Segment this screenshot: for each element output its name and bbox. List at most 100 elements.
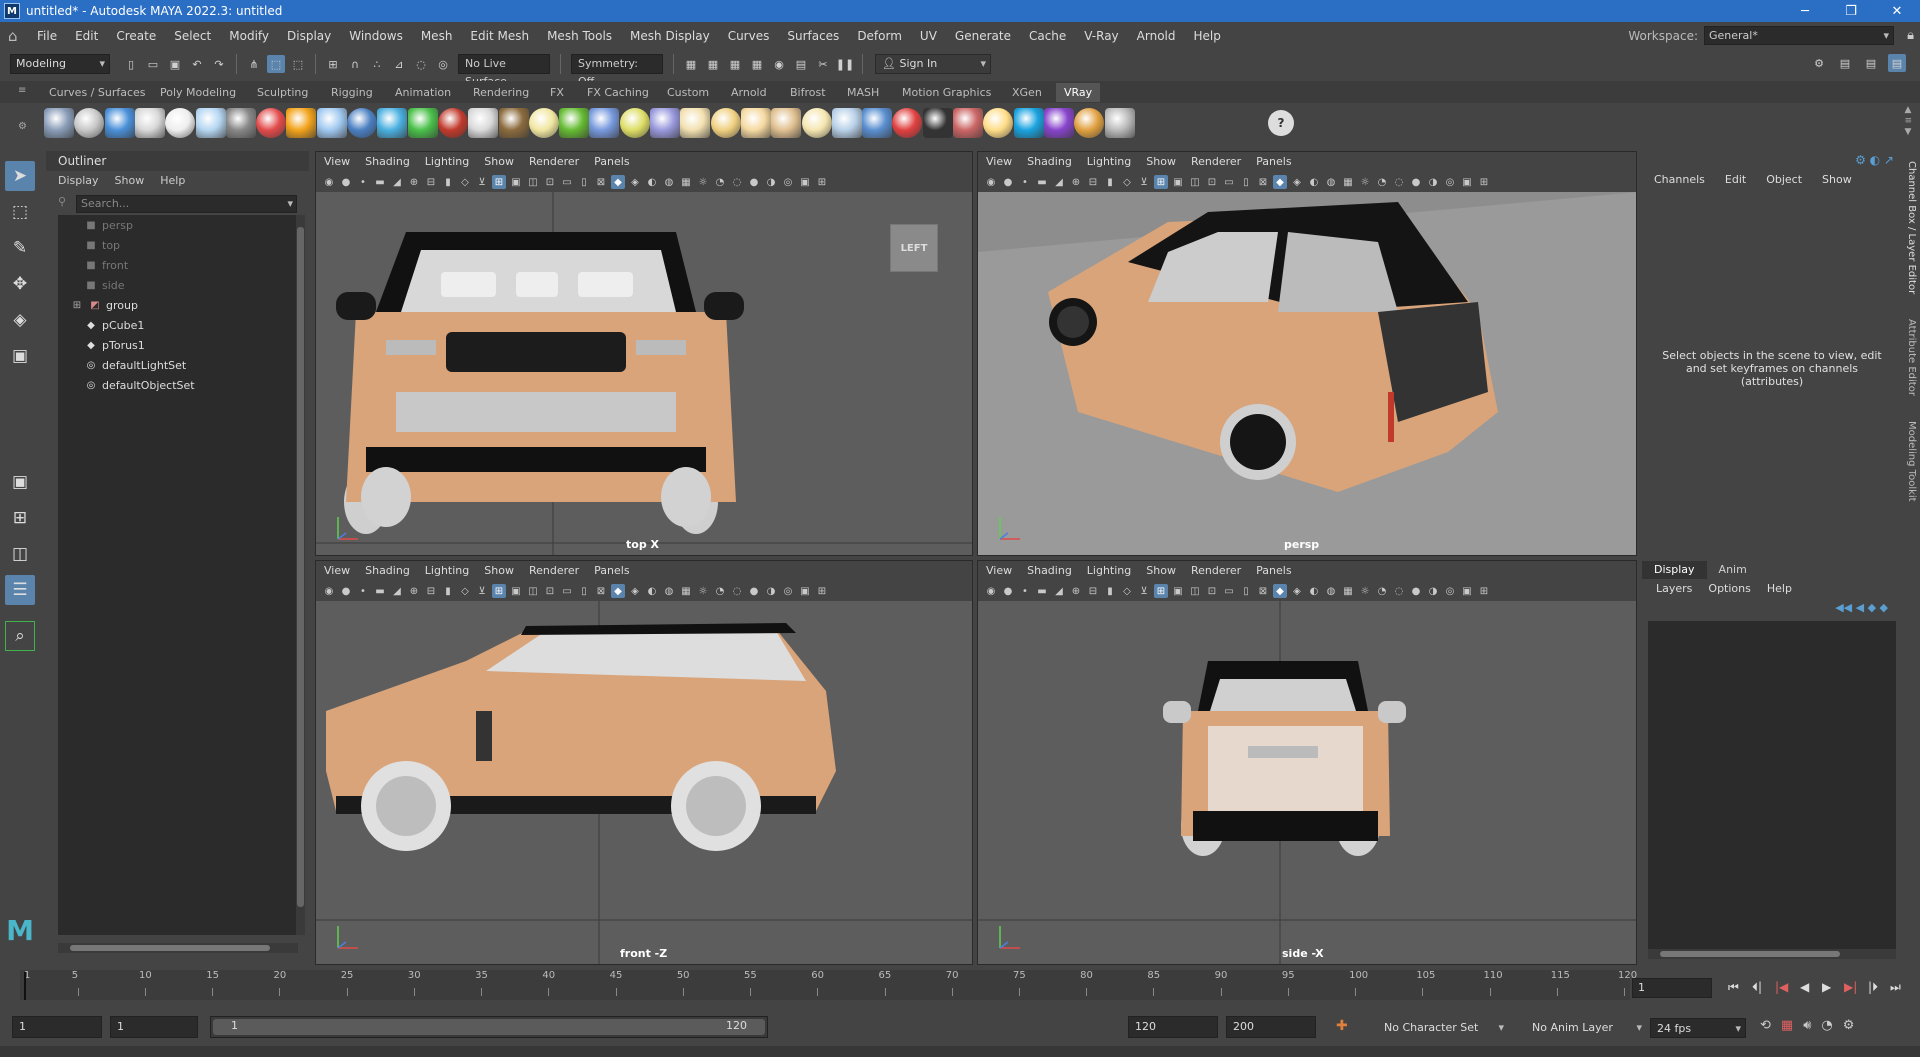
- outliner-layout-icon[interactable]: ☰: [5, 575, 35, 605]
- outliner-filter-icon[interactable]: ⚲: [58, 195, 66, 208]
- viewport-panel-tool-icon[interactable]: •: [356, 584, 370, 598]
- viewport-panel-tool-icon[interactable]: ◌: [730, 584, 744, 598]
- viewport-panel-tool-icon[interactable]: ◢: [390, 584, 404, 598]
- outliner-item-defaultlightset[interactable]: ◎ defaultLightSet: [58, 355, 298, 375]
- shelf-tab-rendering[interactable]: Rendering: [473, 84, 529, 101]
- viewport-panel-tool-icon[interactable]: ◔: [713, 584, 727, 598]
- menu-arnold[interactable]: Arnold: [1128, 22, 1185, 50]
- vray-shelf-tool-icon[interactable]: [498, 108, 529, 138]
- viewport-menu-show[interactable]: Show: [1146, 152, 1176, 172]
- vray-shelf-tool-icon[interactable]: [740, 108, 771, 138]
- vray-shelf-tool-icon[interactable]: [256, 108, 287, 138]
- viewport-panel-tool-icon[interactable]: ◎: [1443, 175, 1457, 189]
- viewport-panel-tool-icon[interactable]: ◍: [1324, 175, 1338, 189]
- viewport-panel-tool-icon[interactable]: ▣: [509, 175, 523, 189]
- channel-menu-object[interactable]: Object: [1766, 163, 1802, 197]
- paint-select-tool-icon[interactable]: ✎: [5, 233, 35, 263]
- viewport-menu-panels[interactable]: Panels: [1256, 561, 1291, 581]
- outliner-item-defaultobjectset[interactable]: ◎ defaultObjectSet: [58, 375, 298, 395]
- viewport-panel-tool-icon[interactable]: ◐: [645, 584, 659, 598]
- outliner-item-top[interactable]: ■ top: [58, 235, 298, 255]
- viewport-panel-tool-icon[interactable]: ⊠: [594, 175, 608, 189]
- vray-shelf-tool-icon[interactable]: [316, 108, 347, 138]
- vray-shelf-tool-icon[interactable]: [104, 108, 135, 138]
- new-scene-icon[interactable]: ▯: [122, 55, 140, 73]
- viewport-panel-tool-icon[interactable]: ◇: [458, 584, 472, 598]
- viewport-panel-tool-icon[interactable]: ⊞: [815, 584, 829, 598]
- viewport-panel[interactable]: View Shading Lighting Show Renderer Panels ◉ ● •…: [977, 151, 1637, 556]
- auto-keyframe-icon[interactable]: ✚: [1336, 1018, 1348, 1034]
- vray-shelf-tool-icon[interactable]: [1013, 108, 1044, 138]
- vray-shelf-tool-icon[interactable]: [771, 108, 802, 138]
- menu-select[interactable]: Select: [165, 22, 220, 50]
- viewport-menu-panels[interactable]: Panels: [1256, 152, 1291, 172]
- select-tool-icon[interactable]: ➤: [5, 161, 35, 191]
- shelf-tab-animation[interactable]: Animation: [395, 84, 451, 101]
- playback-range-bar[interactable]: 1 120: [210, 1016, 768, 1038]
- viewport-panel-tool-icon[interactable]: ▭: [1222, 175, 1236, 189]
- viewport-panel-tool-icon[interactable]: ⊟: [424, 175, 438, 189]
- viewport-panel-tool-icon[interactable]: ◌: [1392, 584, 1406, 598]
- shelf-tab-mash[interactable]: MASH: [847, 84, 879, 101]
- viewport-menu-view[interactable]: View: [324, 561, 350, 581]
- viewport-panel-tool-icon[interactable]: ▮: [441, 175, 455, 189]
- viewport-panel-tool-icon[interactable]: ☼: [696, 175, 710, 189]
- vray-shelf-tool-icon[interactable]: [953, 108, 983, 138]
- layer-menu-layers[interactable]: Layers: [1656, 579, 1692, 599]
- viewport-panel-tool-icon[interactable]: ●: [747, 175, 761, 189]
- vray-shelf-tool-icon[interactable]: [134, 108, 165, 138]
- viewport-panel-tool-icon[interactable]: ◐: [1307, 584, 1321, 598]
- sign-in-button[interactable]: 👤︎ Sign In: [875, 54, 991, 74]
- viewport-menu-renderer[interactable]: Renderer: [1191, 561, 1241, 581]
- layer-tab-anim[interactable]: Anim: [1707, 561, 1759, 579]
- viewport-panel-tool-icon[interactable]: ⊟: [1086, 584, 1100, 598]
- viewport-panel-tool-icon[interactable]: ◢: [390, 175, 404, 189]
- viewport-panel-tool-icon[interactable]: •: [1018, 175, 1032, 189]
- viewport-panel-tool-icon[interactable]: ●: [1409, 584, 1423, 598]
- viewport-menu-panels[interactable]: Panels: [594, 152, 629, 172]
- viewport-panel-tool-icon[interactable]: ◈: [1290, 175, 1304, 189]
- viewport-scene[interactable]: [316, 601, 972, 964]
- vray-shelf-tool-icon[interactable]: [650, 108, 680, 138]
- viewport-panel-tool-icon[interactable]: ◐: [1307, 175, 1321, 189]
- animation-preferences-icon[interactable]: ⚙: [1843, 1018, 1855, 1033]
- render-view-icon[interactable]: ▦: [682, 55, 700, 73]
- workspace-select[interactable]: General*: [1704, 26, 1894, 45]
- menu-generate[interactable]: Generate: [946, 22, 1020, 50]
- menu-file[interactable]: File: [28, 22, 66, 50]
- viewport-panel-tool-icon[interactable]: ▦: [1341, 584, 1355, 598]
- viewport-panel-tool-icon[interactable]: ⊠: [594, 584, 608, 598]
- viewport-panel-tool-icon[interactable]: ⊕: [407, 175, 421, 189]
- viewport-panel-tool-icon[interactable]: ⊟: [424, 584, 438, 598]
- viewport-panel-tool-icon[interactable]: ●: [1001, 584, 1015, 598]
- menu-deform[interactable]: Deform: [848, 22, 911, 50]
- viewport-menu-lighting[interactable]: Lighting: [425, 561, 469, 581]
- viewport-panel-tool-icon[interactable]: ◔: [1375, 584, 1389, 598]
- search-icon[interactable]: ⌕: [5, 621, 35, 651]
- viewport-panel-tool-icon[interactable]: ▮: [441, 584, 455, 598]
- viewport-panel-tool-icon[interactable]: ◌: [1392, 175, 1406, 189]
- viewport-panel-tool-icon[interactable]: ◑: [1426, 584, 1440, 598]
- vray-shelf-tool-icon[interactable]: [862, 108, 893, 138]
- menu-windows[interactable]: Windows: [340, 22, 412, 50]
- viewport-panel-tool-icon[interactable]: ◔: [713, 175, 727, 189]
- playback-speed-icon[interactable]: ◔: [1821, 1018, 1832, 1033]
- viewport-panel-tool-icon[interactable]: ▣: [798, 584, 812, 598]
- viewport-menu-shading[interactable]: Shading: [365, 561, 410, 581]
- shelf-tab-fx[interactable]: FX: [550, 84, 564, 101]
- viewport-panel-tool-icon[interactable]: ◉: [984, 584, 998, 598]
- viewport-panel-tool-icon[interactable]: ⊠: [1256, 175, 1270, 189]
- viewport-panel-tool-icon[interactable]: ◑: [764, 175, 778, 189]
- snap-view-icon[interactable]: ⊿: [390, 55, 408, 73]
- shelf-tab-sculpting[interactable]: Sculpting: [257, 84, 308, 101]
- viewport-panel-tool-icon[interactable]: ●: [1001, 175, 1015, 189]
- shelf-menu-icon[interactable]: ≡: [18, 85, 26, 96]
- outliner-item-front[interactable]: ■ front: [58, 255, 298, 275]
- minimize-button[interactable]: ─: [1782, 0, 1828, 22]
- viewport-scene[interactable]: [978, 192, 1636, 555]
- select-component-icon[interactable]: ⬚: [289, 55, 307, 73]
- vray-shelf-tool-icon[interactable]: [44, 108, 74, 138]
- viewport-panel-tool-icon[interactable]: ⊻: [475, 175, 489, 189]
- four-view-layout-icon[interactable]: ⊞: [5, 503, 35, 533]
- snap-surface-icon[interactable]: ◌: [412, 55, 430, 73]
